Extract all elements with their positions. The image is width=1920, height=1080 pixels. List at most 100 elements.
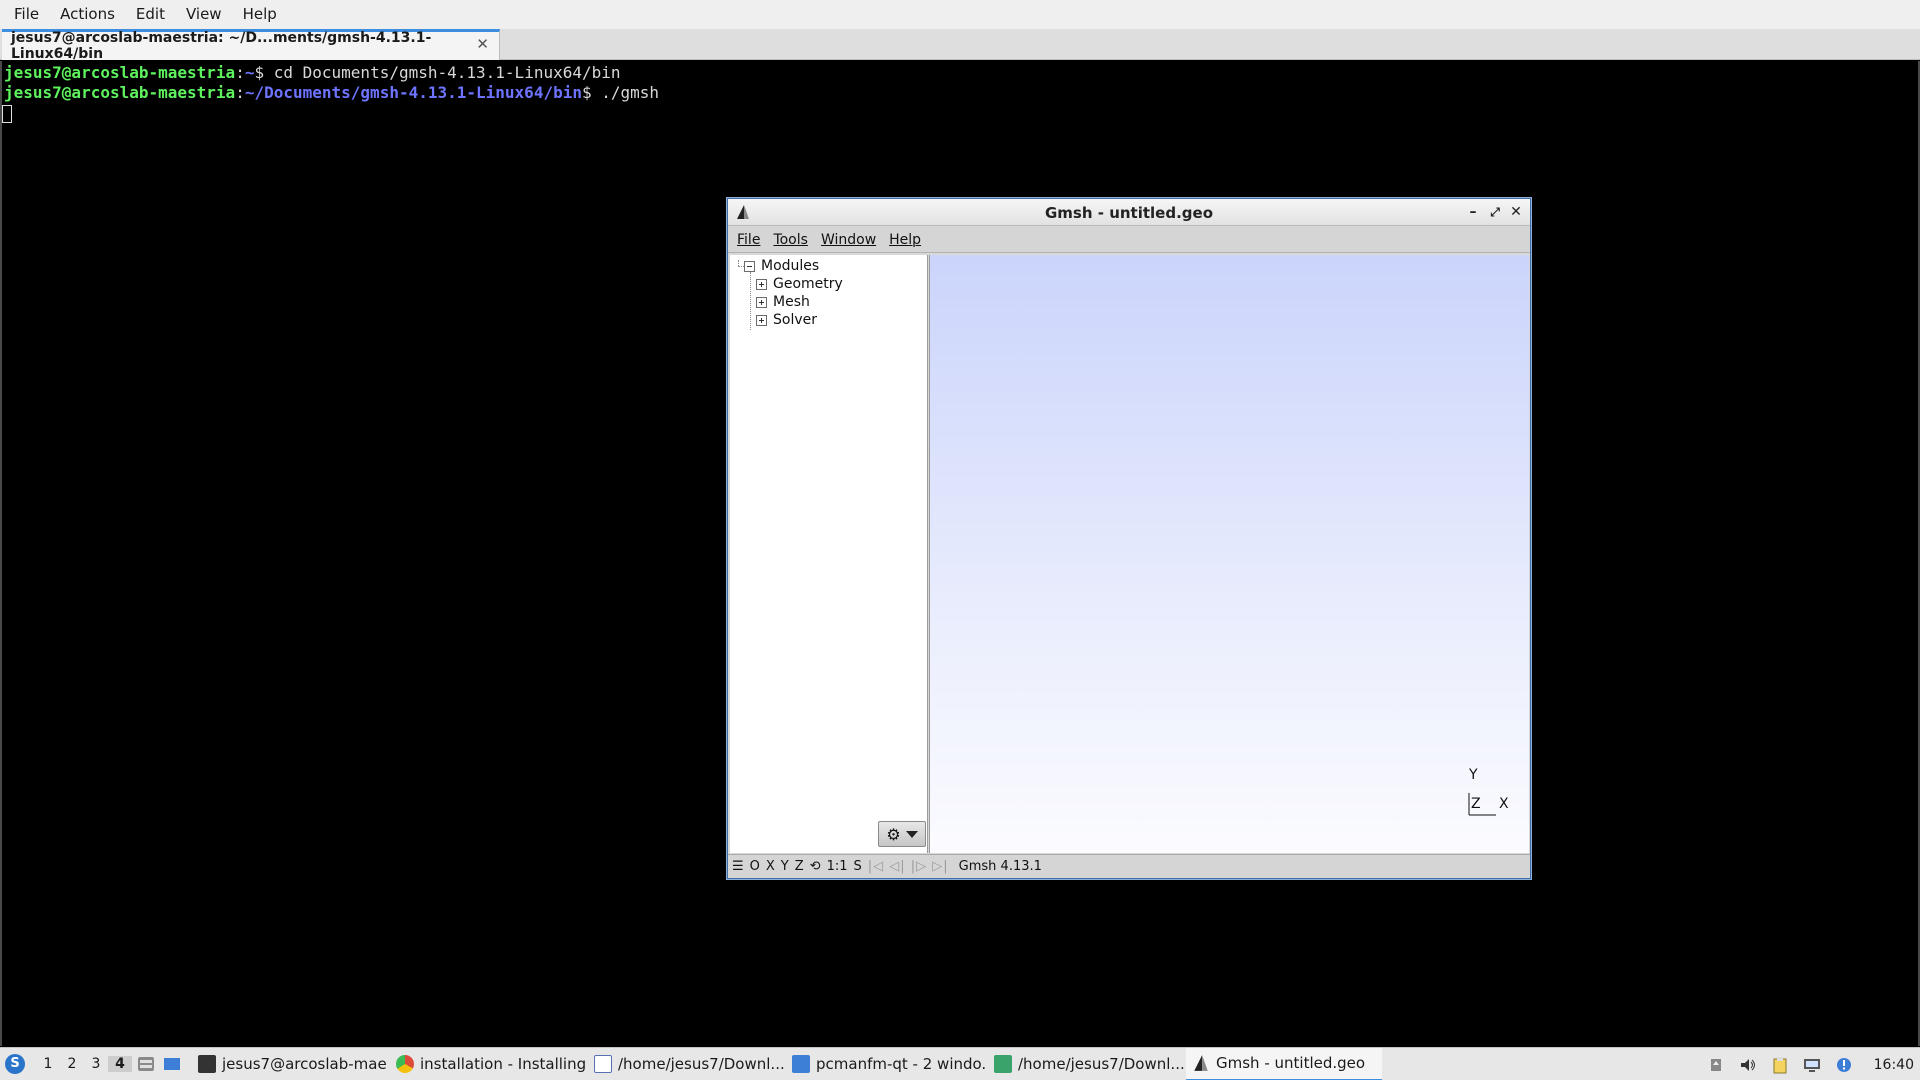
gmsh-menu-window[interactable]: Window (816, 232, 881, 248)
tree-item-solver[interactable]: Solver (756, 312, 817, 328)
view-x-button[interactable]: X (766, 859, 775, 874)
close-icon[interactable]: ✕ (1507, 202, 1525, 222)
show-desktop-button[interactable] (160, 1052, 184, 1076)
terminal-line: jesus7@arcoslab-maestria:~/Documents/gms… (4, 83, 659, 103)
prompt-user: jesus7@arcoslab-maestria (4, 63, 236, 82)
system-tray: 16:40 (1700, 1048, 1920, 1080)
origin-button[interactable]: O (750, 859, 760, 874)
axis-label-x: X (1499, 796, 1509, 812)
tree-item-label: Solver (773, 312, 817, 328)
desktop-icon (164, 1058, 180, 1070)
text-editor-icon (594, 1055, 612, 1073)
file-cabinet-icon (138, 1057, 154, 1071)
tree-item-modules[interactable]: Modules (744, 258, 819, 274)
desktop-switcher: 1 2 3 4 (36, 1056, 132, 1072)
gmsh-menubar: File Tools Window Help (728, 227, 1530, 253)
command-text: $ ./gmsh (581, 83, 660, 102)
desktop-1-button[interactable]: 1 (36, 1056, 60, 1072)
task-terminal[interactable]: jesus7@arcoslab-mae... (192, 1048, 388, 1080)
task-label: /home/jesus7/Downl... (1018, 1055, 1184, 1073)
tab-close-icon[interactable]: ✕ (476, 35, 489, 53)
task-file-manager[interactable]: pcmanfm-qt - 2 windo... (786, 1048, 986, 1080)
options-menu-button[interactable]: ⚙ (878, 821, 926, 847)
tree-item-label: Geometry (773, 276, 843, 292)
image-viewer-icon (994, 1055, 1012, 1073)
menu-view[interactable]: View (178, 0, 230, 29)
lxqt-logo-icon: S (5, 1054, 25, 1074)
axis-label-z: Z (1471, 796, 1481, 812)
command-text: $ cd Documents/gmsh-4.13.1-Linux64/bin (254, 63, 621, 82)
terminal-tab-title: jesus7@arcoslab-maestria: ~/D...ments/gm… (11, 30, 432, 62)
gmsh-window: Gmsh - untitled.geo – ⤢ ✕ File Tools Win… (727, 198, 1531, 879)
desktop-4-button[interactable]: 4 (108, 1056, 132, 1072)
desktop-3-button[interactable]: 3 (84, 1056, 108, 1072)
terminal-line: jesus7@arcoslab-maestria:~$ cd Documents… (4, 63, 621, 83)
menu-help[interactable]: Help (235, 0, 285, 29)
status-message: Gmsh 4.13.1 (958, 859, 1042, 874)
terminal-menubar: File Actions Edit View Help (0, 0, 1920, 29)
rotate-icon[interactable]: ⟲ (810, 859, 821, 874)
gear-icon: ⚙ (886, 824, 901, 844)
update-notifier-icon[interactable] (1833, 1054, 1855, 1076)
terminal-tabbar: jesus7@arcoslab-maestria: ~/D...ments/gm… (0, 29, 1920, 62)
clipboard-icon[interactable] (1769, 1054, 1791, 1076)
task-gmsh[interactable]: Gmsh - untitled.geo (1186, 1047, 1382, 1080)
tree-item-geometry[interactable]: Geometry (756, 276, 843, 292)
expand-icon[interactable] (756, 278, 767, 290)
gmsh-menu-file[interactable]: File (732, 232, 765, 248)
prompt-user: jesus7@arcoslab-maestria (4, 83, 236, 102)
start-menu-button[interactable]: S (0, 1048, 30, 1080)
view-y-button[interactable]: Y (781, 859, 789, 874)
menu-actions[interactable]: Actions (52, 0, 123, 29)
volume-icon[interactable] (1737, 1054, 1759, 1076)
maximize-icon[interactable]: ⤢ (1486, 202, 1504, 222)
tree-item-label: Modules (761, 258, 820, 274)
tree-connector (750, 272, 751, 330)
task-label: /home/jesus7/Downl... (618, 1055, 784, 1073)
menu-file[interactable]: File (6, 0, 47, 29)
prompt-separator: : (235, 63, 245, 82)
gmsh-titlebar[interactable]: Gmsh - untitled.geo – ⤢ ✕ (728, 199, 1530, 226)
prompt-path: ~/Documents/gmsh-4.13.1-Linux64/bin (244, 83, 582, 102)
graphics-viewport[interactable]: Y Z X (929, 255, 1529, 853)
terminal-icon (198, 1055, 216, 1073)
task-label: jesus7@arcoslab-mae... (222, 1055, 388, 1073)
chrome-icon (396, 1055, 414, 1073)
collapse-icon[interactable] (744, 260, 755, 272)
prompt-separator: : (235, 83, 245, 102)
axis-label-y: Y (1469, 767, 1478, 783)
terminal-cursor (2, 105, 12, 123)
network-icon[interactable] (1801, 1054, 1823, 1076)
task-label: pcmanfm-qt - 2 windo... (816, 1055, 986, 1073)
removable-media-icon[interactable] (1705, 1054, 1727, 1076)
terminal-tab[interactable]: jesus7@arcoslab-maestria: ~/D...ments/gm… (2, 29, 500, 62)
minimize-icon[interactable]: – (1464, 202, 1482, 222)
taskbar: S 1 2 3 4 jesus7@arcoslab-mae... install… (0, 1047, 1920, 1080)
task-label: installation - Installing... (420, 1055, 586, 1073)
view-z-button[interactable]: Z (795, 859, 804, 874)
chevron-down-icon (905, 830, 918, 838)
task-image-viewer[interactable]: /home/jesus7/Downl... (988, 1048, 1184, 1080)
message-console-icon[interactable]: ☰ (732, 859, 744, 874)
expand-icon[interactable] (756, 314, 767, 326)
gmsh-window-title: Gmsh - untitled.geo (1044, 204, 1214, 222)
gmsh-icon (1194, 1055, 1208, 1071)
gmsh-menu-tools[interactable]: Tools (768, 232, 813, 248)
task-browser[interactable]: installation - Installing... (390, 1048, 586, 1080)
folder-icon (792, 1055, 810, 1073)
task-label: Gmsh - untitled.geo (1216, 1054, 1366, 1072)
select-button[interactable]: S (853, 859, 861, 874)
expand-icon[interactable] (756, 296, 767, 308)
menu-edit[interactable]: Edit (128, 0, 173, 29)
animation-controls[interactable]: |◁ ◁| |▷ ▷| (868, 859, 949, 874)
desktop-2-button[interactable]: 2 (60, 1056, 84, 1072)
module-tree: Modules Geometry Mesh Solver ⚙ (730, 255, 928, 853)
scale-reset-button[interactable]: 1:1 (827, 859, 848, 874)
gmsh-menu-help[interactable]: Help (884, 232, 926, 248)
tree-item-mesh[interactable]: Mesh (756, 294, 810, 310)
clock[interactable]: 16:40 (1874, 1057, 1914, 1073)
tree-item-label: Mesh (773, 294, 810, 310)
task-text-editor[interactable]: /home/jesus7/Downl... (588, 1048, 784, 1080)
gmsh-statusbar: ☰ O X Y Z ⟲ 1:1 S |◁ ◁| |▷ ▷| Gmsh 4.13.… (728, 854, 1530, 878)
file-manager-launcher[interactable] (134, 1052, 158, 1076)
